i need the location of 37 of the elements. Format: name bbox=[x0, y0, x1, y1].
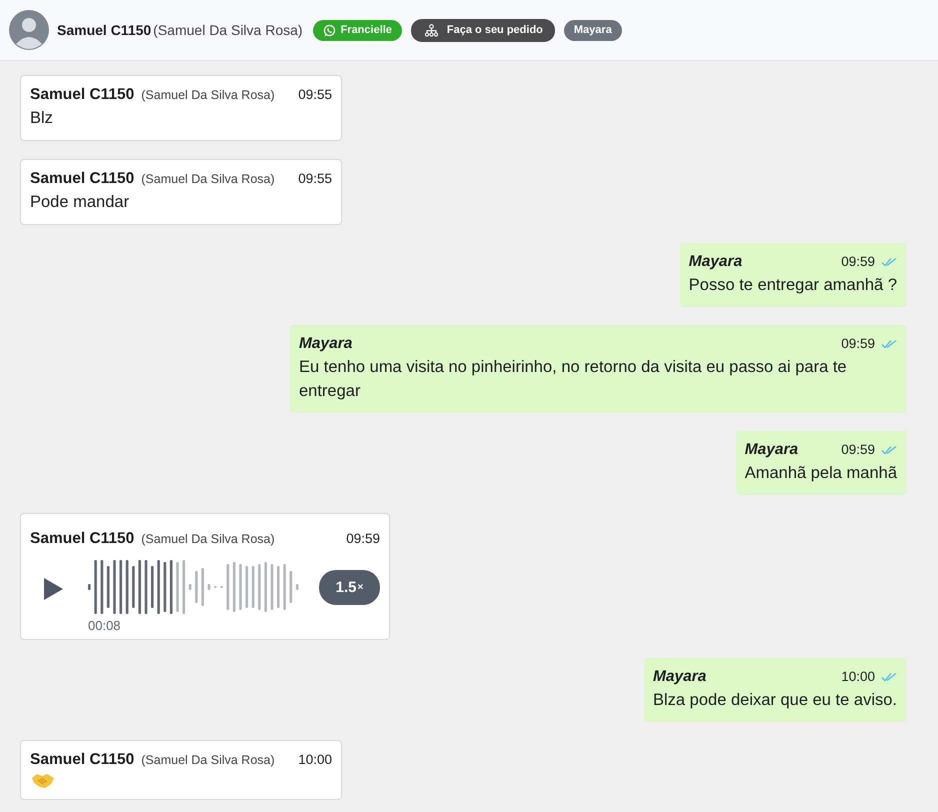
message-time: 09:59 bbox=[841, 442, 875, 457]
contact-name: Samuel C1150 bbox=[57, 22, 152, 38]
sender-name: Mayara bbox=[744, 441, 798, 459]
message-time: 09:59 bbox=[841, 254, 875, 269]
sender-name: Mayara bbox=[688, 253, 742, 271]
speed-button[interactable]: 1.5× bbox=[319, 570, 380, 605]
hierarchy-icon bbox=[424, 24, 438, 36]
message-time: 09:55 bbox=[298, 171, 332, 186]
message-time: 09:55 bbox=[298, 87, 332, 102]
sender-name: Samuel C1150 bbox=[30, 170, 134, 188]
sender-full-name: (Samuel Da Silva Rosa) bbox=[141, 532, 275, 546]
message-text: Blz bbox=[30, 108, 54, 129]
message-time: 09:59 bbox=[346, 531, 380, 546]
tag[interactable]: Faça o seu pedido bbox=[410, 18, 555, 42]
avatar-icon bbox=[9, 10, 49, 50]
contact-full-name: (Samuel Da Silva Rosa) bbox=[153, 22, 303, 38]
sender-name: Mayara bbox=[653, 668, 706, 686]
message-text: Pode mandar bbox=[30, 192, 130, 213]
sender-full-name: (Samuel Da Silva Rosa) bbox=[141, 753, 275, 767]
message-time: 10:00 bbox=[298, 752, 332, 767]
message-text: Blza pode deixar que eu te aviso. bbox=[653, 690, 897, 711]
whatsapp-icon bbox=[322, 24, 336, 36]
play-icon bbox=[42, 577, 64, 601]
handshake-icon bbox=[31, 771, 55, 789]
sender-name: Samuel C1150 bbox=[30, 530, 134, 548]
sender-name: Mayara bbox=[299, 335, 352, 353]
message-time: 09:59 bbox=[841, 336, 875, 351]
audio-duration: 00:08 bbox=[88, 618, 122, 633]
message-text: Eu tenho uma visita no pinheirinho, no retorno da visita eu passo ai para te entregar bbox=[299, 357, 848, 402]
sender-name: Samuel C1150 bbox=[30, 86, 134, 104]
message-time: 10:00 bbox=[841, 669, 875, 684]
sender-name: Samuel C1150 bbox=[30, 751, 134, 769]
sender-full-name: (Samuel Da Silva Rosa) bbox=[141, 172, 275, 186]
tag[interactable]: Mayara bbox=[564, 20, 622, 40]
message-text: Amanhã pela manhã bbox=[744, 463, 897, 484]
sender-full-name: (Samuel Da Silva Rosa) bbox=[141, 88, 275, 102]
message-text: Posso te entregar amanhã ? bbox=[688, 275, 897, 296]
